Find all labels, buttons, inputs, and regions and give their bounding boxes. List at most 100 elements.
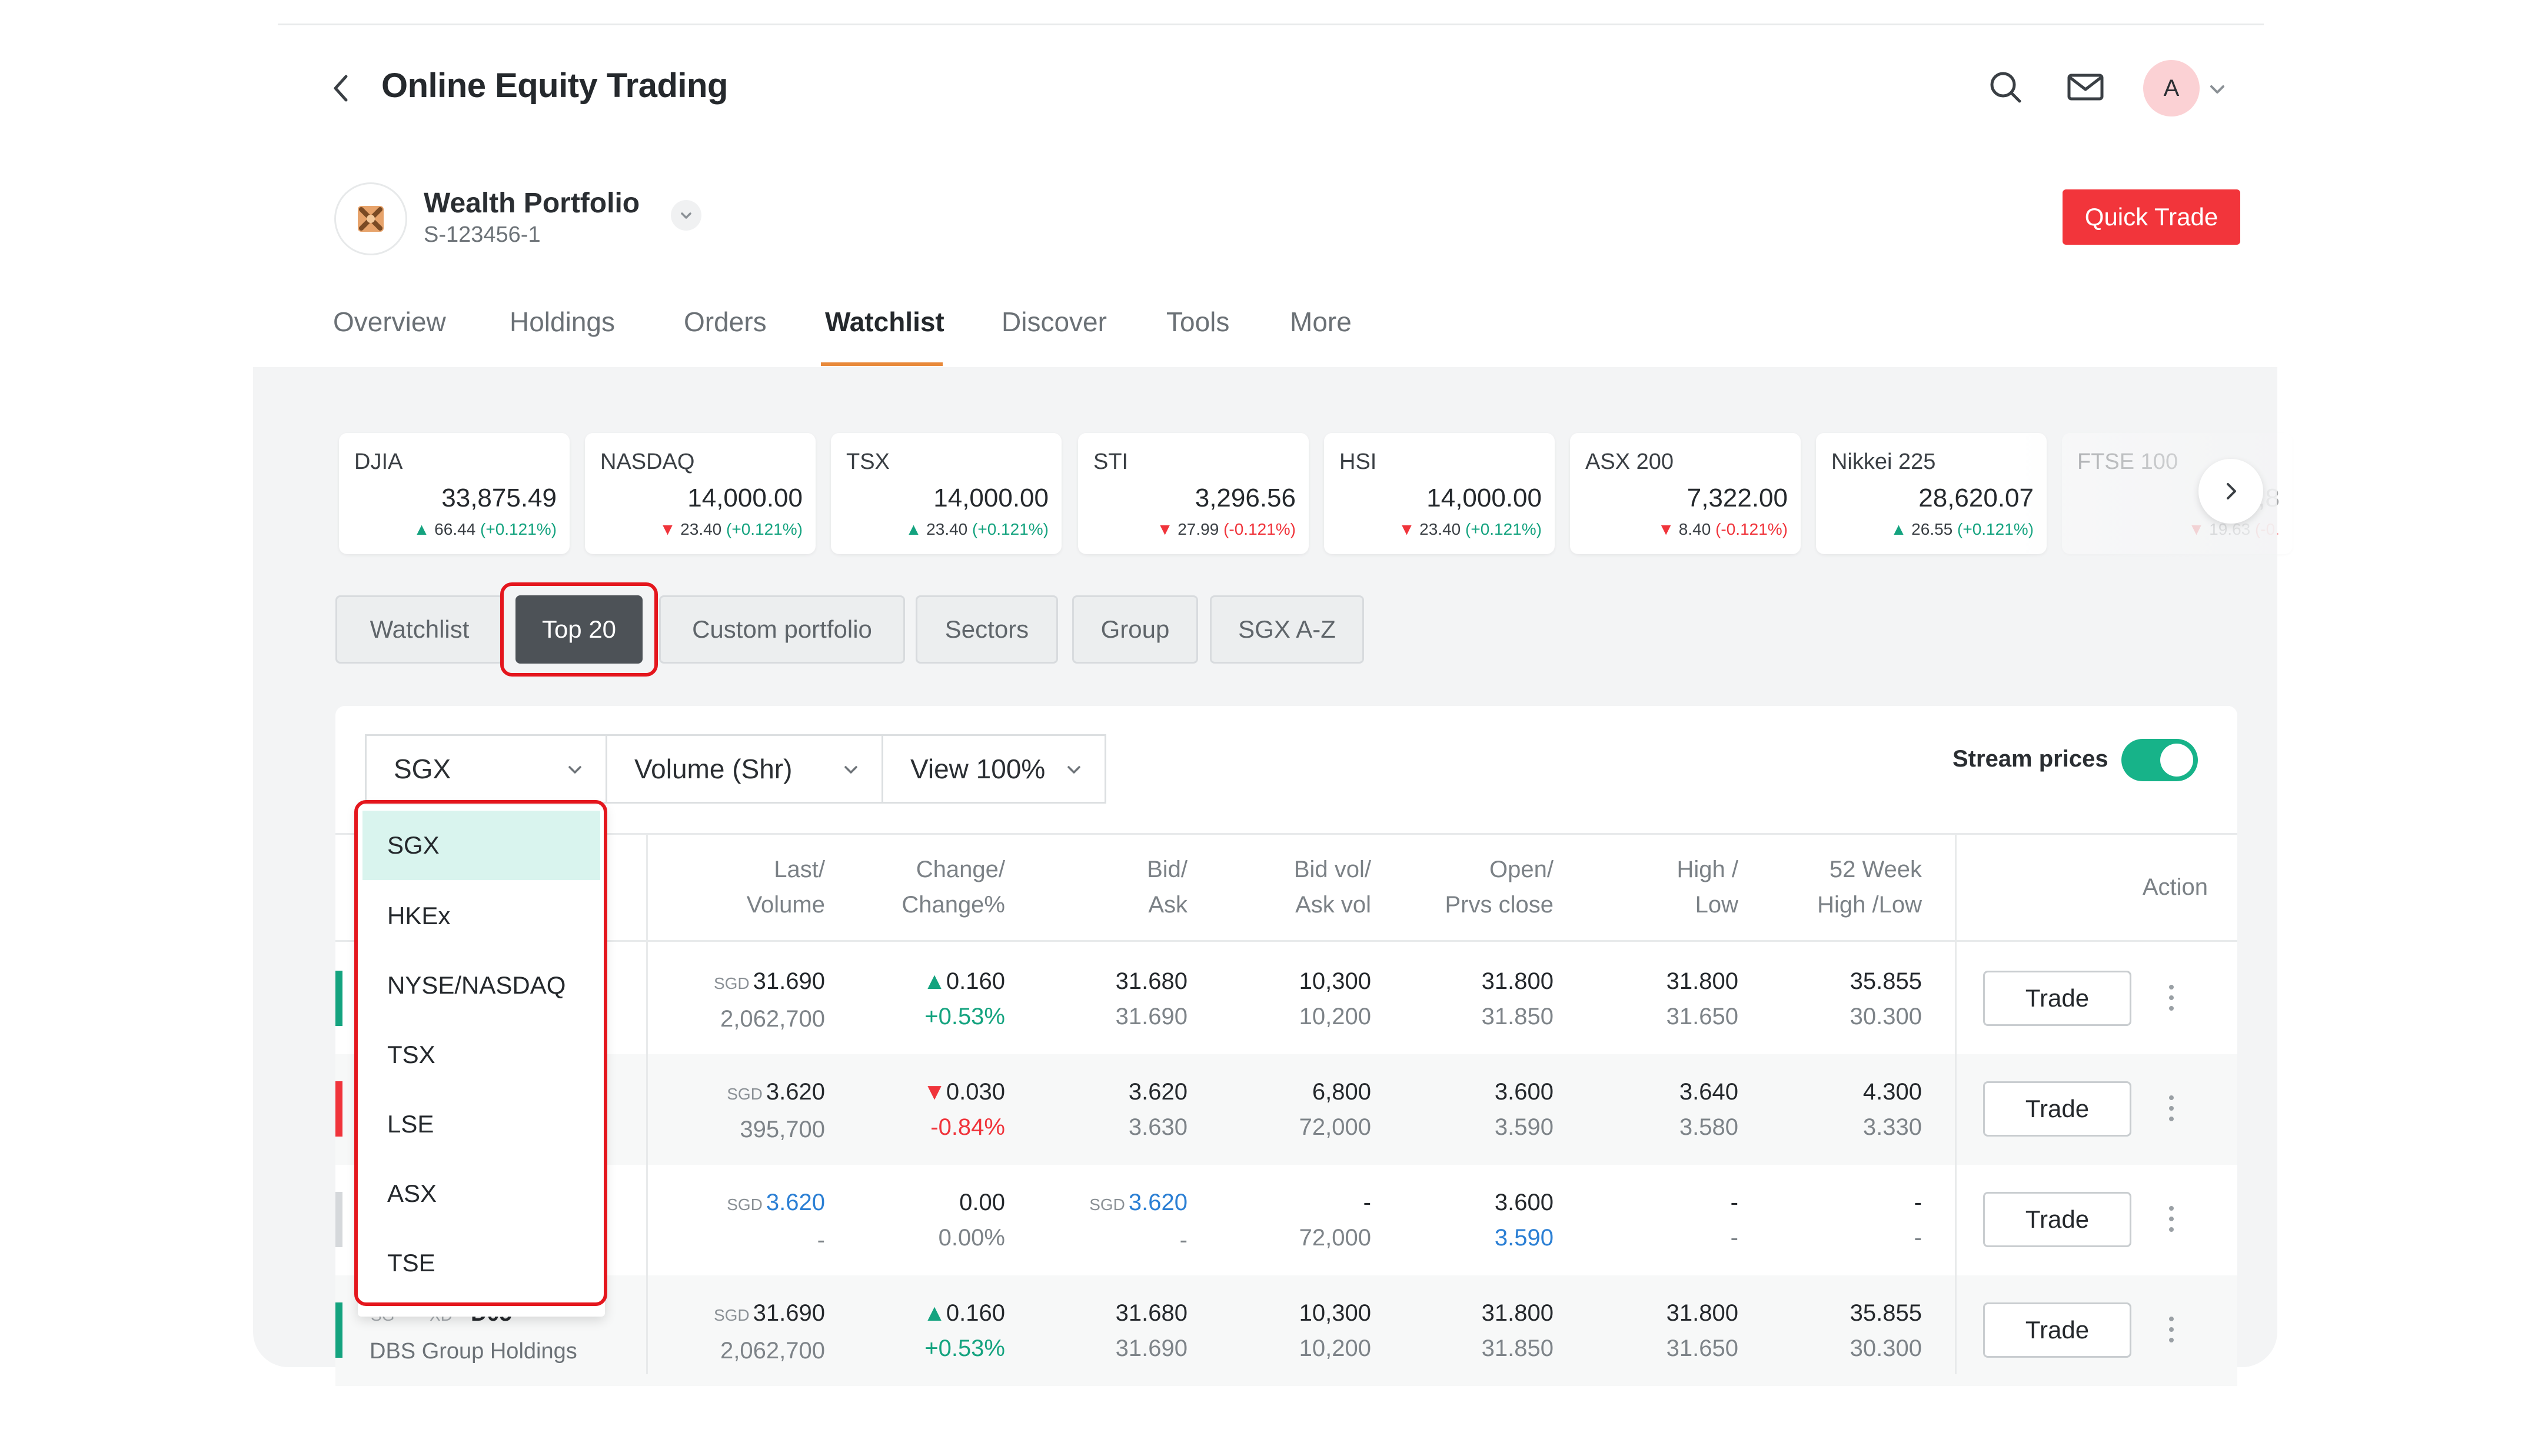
segment-watchlist[interactable]: Watchlist xyxy=(335,595,504,664)
segment-top-20[interactable]: Top 20 xyxy=(515,595,643,664)
row-status-bar xyxy=(335,1192,342,1247)
cell-bid-vol: 10,300 10,200 xyxy=(1248,1295,1371,1366)
index-change-value: 23.40 xyxy=(1419,520,1461,538)
quick-trade-button[interactable]: Quick Trade xyxy=(2063,189,2240,245)
index-card[interactable]: DJIA 33,875.49 ▲ 66.44 (+0.121%) xyxy=(339,433,570,554)
cell-bid: SGD 3.620 - xyxy=(1077,1185,1188,1258)
tab-holdings[interactable]: Holdings xyxy=(510,306,615,338)
cell-line-2: 30.300 xyxy=(1850,1004,1922,1029)
market-option-asx[interactable]: ASX xyxy=(362,1159,600,1228)
cell-line-2: 3.590 xyxy=(1494,1114,1554,1140)
col-high: High / xyxy=(1677,857,1739,882)
currency-label: SGD xyxy=(727,1195,763,1214)
arrow-up-icon: ▲ xyxy=(905,520,922,538)
market-option-lse[interactable]: LSE xyxy=(362,1089,600,1159)
col-52w: 52 Week xyxy=(1829,857,1922,882)
trade-button[interactable]: Trade xyxy=(1983,1192,2131,1247)
cell-line-2: 72,000 xyxy=(1299,1114,1371,1140)
market-option-nyse-nasdaq[interactable]: NYSE/NASDAQ xyxy=(362,951,600,1020)
avatar[interactable]: A xyxy=(2143,60,2200,116)
cell-line-2: 31.850 xyxy=(1481,1004,1554,1029)
arrow-up-icon: ▲ xyxy=(923,1300,946,1326)
cell-line-1: ▲0.160 xyxy=(871,1295,1005,1331)
cell-line-1: 4.300 xyxy=(1765,1074,1922,1110)
portfolio-switcher[interactable] xyxy=(671,200,701,231)
cell-line-2: 2,062,700 xyxy=(720,1338,825,1364)
row-status-bar xyxy=(335,1302,342,1358)
tab-discover[interactable]: Discover xyxy=(1002,306,1107,338)
portfolio-id: S-123456-1 xyxy=(424,222,541,247)
cell-line-1: 10,300 xyxy=(1248,1295,1371,1331)
index-change-value: 23.40 xyxy=(680,520,722,538)
stream-prices-toggle[interactable] xyxy=(2121,739,2198,781)
back-button[interactable] xyxy=(330,71,353,106)
market-option-tse[interactable]: TSE xyxy=(362,1228,600,1298)
index-card[interactable]: TSX 14,000.00 ▲ 23.40 (+0.121%) xyxy=(831,433,1062,554)
market-option-hkex[interactable]: HKEx xyxy=(362,881,600,951)
tab-tools[interactable]: Tools xyxy=(1166,306,1229,338)
tab-more[interactable]: More xyxy=(1290,306,1352,338)
view-select[interactable]: View 100% xyxy=(882,734,1106,804)
currency-label: SGD xyxy=(727,1085,763,1103)
trade-button[interactable]: Trade xyxy=(1983,1081,2131,1137)
market-select-value: SGX xyxy=(394,754,451,784)
cell-value: 3.620 xyxy=(1128,1079,1188,1105)
row-more-button[interactable] xyxy=(2166,1091,2177,1126)
index-change-pct: (-0.121%) xyxy=(1715,520,1788,538)
cell-high: 31.800 31.650 xyxy=(1612,964,1738,1034)
cell-line-1: 3.600 xyxy=(1401,1185,1554,1220)
index-card[interactable]: Nikkei 225 28,620.07 ▲ 26.55 (+0.121%) xyxy=(1816,433,2047,554)
index-card[interactable]: STI 3,296.56 ▼ 27.99 (-0.121%) xyxy=(1078,433,1309,554)
index-card[interactable]: HSI 14,000.00 ▼ 23.40 (+0.121%) xyxy=(1324,433,1555,554)
avatar-initial: A xyxy=(2163,75,2180,101)
market-option-tsx[interactable]: TSX xyxy=(362,1020,600,1089)
cell-value: 31.690 xyxy=(753,968,825,994)
cell-line-2: - xyxy=(817,1227,825,1253)
row-more-button[interactable] xyxy=(2166,1201,2177,1237)
cell-value: 31.800 xyxy=(1481,968,1554,994)
arrow-down-icon: ▼ xyxy=(1156,520,1173,538)
trade-button[interactable]: Trade xyxy=(1983,1302,2131,1358)
tab-orders[interactable]: Orders xyxy=(684,306,767,338)
segment-sectors[interactable]: Sectors xyxy=(916,595,1058,664)
mail-button[interactable] xyxy=(2065,68,2104,106)
avatar-menu-toggle[interactable] xyxy=(2207,79,2228,100)
index-change-value: 8.40 xyxy=(1678,520,1711,538)
chevron-down-icon xyxy=(681,212,691,219)
cell-line-2: 30.300 xyxy=(1850,1335,1922,1361)
chevron-down-icon xyxy=(1067,766,1080,774)
cell-value: 31.800 xyxy=(1666,968,1738,994)
ticker-next-button[interactable] xyxy=(2198,459,2263,524)
index-card[interactable]: NASDAQ 14,000.00 ▼ 23.40 (+0.121%) xyxy=(585,433,816,554)
segment-custom-portfolio[interactable]: Custom portfolio xyxy=(659,595,905,664)
stream-prices-label: Stream prices xyxy=(1952,746,2108,772)
metric-select[interactable]: Volume (Shr) xyxy=(606,734,883,804)
cell-bid: 3.620 3.630 xyxy=(1077,1074,1188,1145)
trade-button[interactable]: Trade xyxy=(1983,971,2131,1026)
tab-overview[interactable]: Overview xyxy=(333,306,446,338)
cell-value: - xyxy=(1730,1190,1738,1215)
segment-sgx-a-z[interactable]: SGX A-Z xyxy=(1210,595,1364,664)
tab-watchlist[interactable]: Watchlist xyxy=(825,306,944,338)
arrow-down-icon: ▼ xyxy=(659,520,676,538)
col-volume: Volume xyxy=(746,892,825,918)
cell-line-2: 31.690 xyxy=(1115,1335,1188,1361)
index-name: NASDAQ xyxy=(600,449,695,474)
cell-value: 10,300 xyxy=(1299,968,1371,994)
cell-open: 3.600 3.590 xyxy=(1401,1185,1554,1255)
cell-line-2: -0.84% xyxy=(930,1114,1005,1140)
col-ask-vol: Ask vol xyxy=(1295,892,1371,918)
currency-label: SGD xyxy=(713,1306,750,1324)
index-card[interactable]: ASX 200 7,322.00 ▼ 8.40 (-0.121%) xyxy=(1570,433,1801,554)
row-more-button[interactable] xyxy=(2166,1312,2177,1347)
cell-line-2: 2,062,700 xyxy=(720,1006,825,1032)
cell-w52-high: 4.300 3.330 xyxy=(1765,1074,1922,1145)
market-option-sgx[interactable]: SGX xyxy=(362,811,600,880)
segment-group[interactable]: Group xyxy=(1072,595,1198,664)
search-button[interactable] xyxy=(1987,68,2024,106)
row-more-button[interactable] xyxy=(2166,980,2177,1015)
market-select[interactable]: SGX xyxy=(365,734,607,804)
col-action: Action xyxy=(2142,874,2208,900)
cell-line-2: 31.690 xyxy=(1115,1004,1188,1029)
index-change-value: 26.55 xyxy=(1911,520,1953,538)
